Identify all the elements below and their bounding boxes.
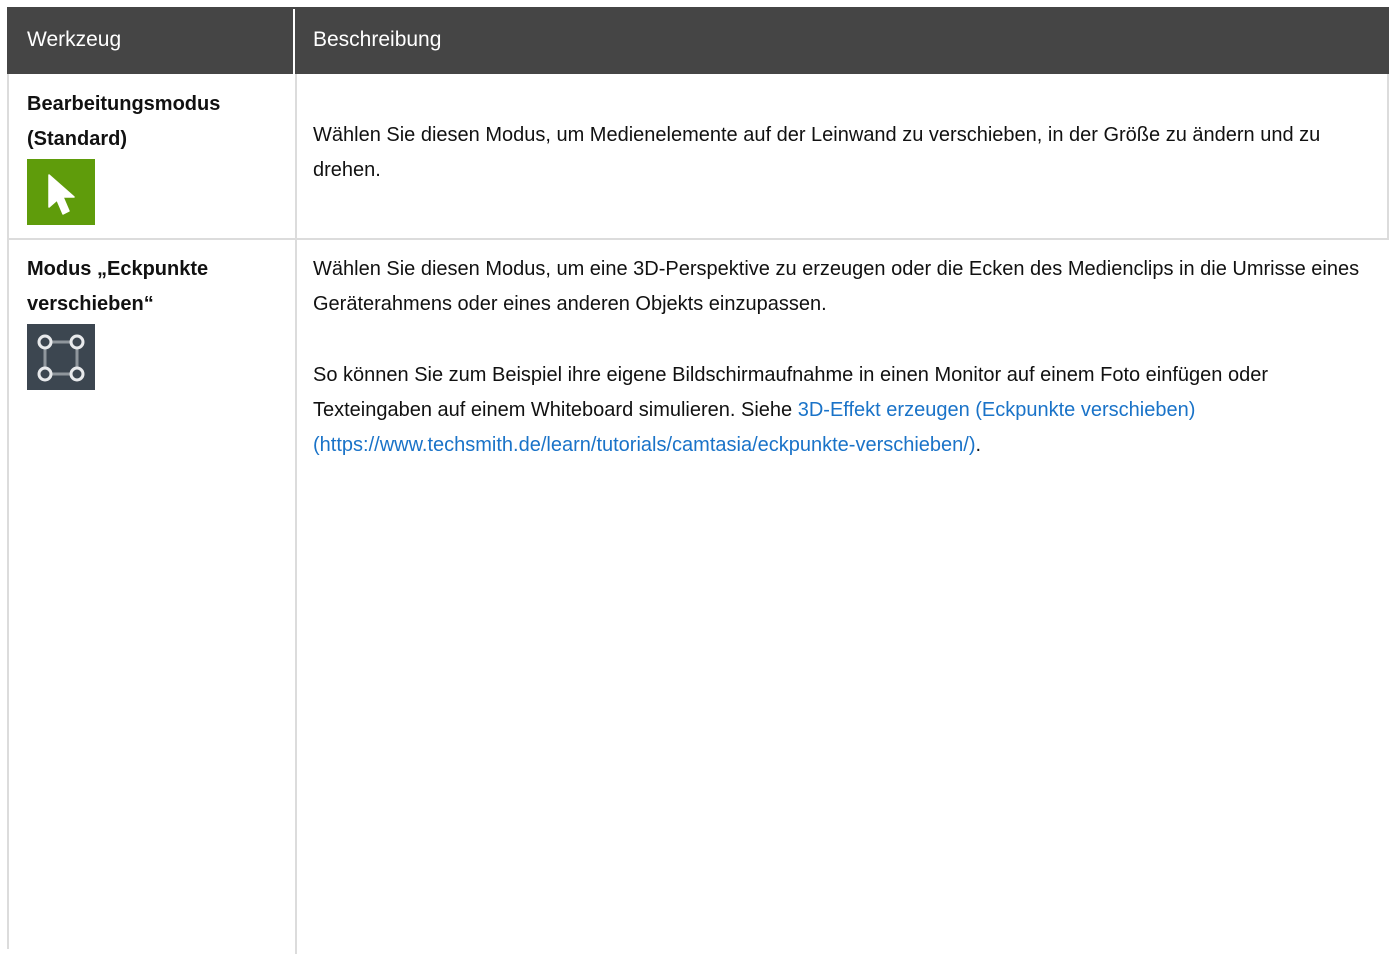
tool-name-line: verschieben“	[27, 293, 154, 315]
header-tool: Werkzeug	[27, 28, 122, 51]
corner-pin-icon	[27, 324, 95, 390]
row-description: Wählen Sie diesen Modus, um eine 3D-Pers…	[313, 258, 1360, 315]
row-divider	[7, 238, 1389, 240]
row-description: Wählen Sie diesen Modus, um Medienelemen…	[313, 124, 1321, 181]
cursor-arrow-icon	[27, 159, 95, 225]
tool-name-line: (Standard)	[27, 128, 127, 150]
tool-name: Bearbeitungsmodus (Standard)	[27, 87, 277, 157]
column-divider	[295, 74, 297, 954]
tool-name-line: Bearbeitungsmodus	[27, 93, 221, 115]
header-divider	[293, 9, 295, 74]
header-description: Beschreibung	[313, 28, 442, 51]
right-border	[1387, 74, 1389, 240]
tool-name: Modus „Eckpunkte verschieben“	[27, 252, 277, 322]
table-header: Werkzeug Beschreibung	[7, 7, 1389, 74]
description-end: .	[975, 434, 982, 456]
row-description-second: So können Sie zum Beispiel ihre eigene B…	[313, 358, 1378, 463]
tool-name-line: Modus „Eckpunkte	[27, 258, 209, 280]
tools-table: Werkzeug Beschreibung Bearbeitungsmodus …	[7, 7, 1389, 954]
